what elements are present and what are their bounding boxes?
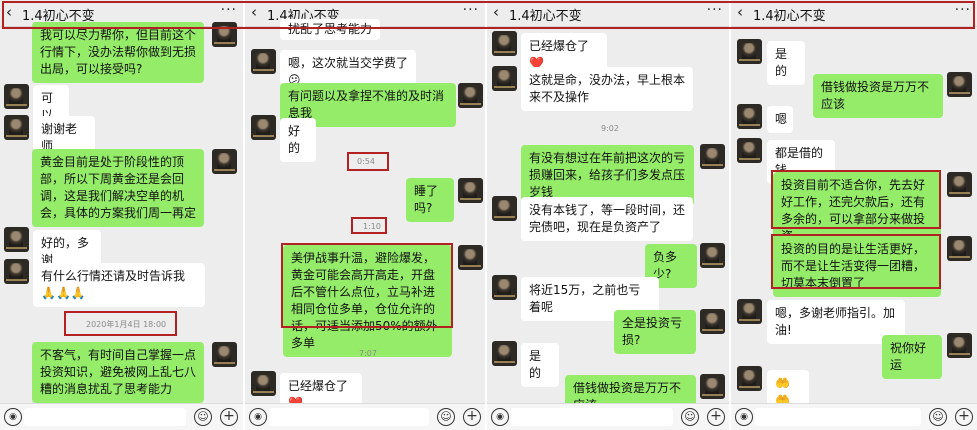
avatar-contact[interactable] <box>4 259 29 284</box>
highlight-box <box>347 152 389 171</box>
avatar-self[interactable] <box>212 342 237 367</box>
avatar-contact[interactable] <box>737 366 762 391</box>
avatar-contact[interactable] <box>737 299 762 324</box>
input-bar: ◉ ☺ + <box>0 403 243 430</box>
avatar-contact[interactable] <box>737 104 762 129</box>
message-input[interactable] <box>511 408 673 426</box>
message-incoming: 没有本钱了，等一段时间，还完债吧，现在是负资产了 <box>521 197 693 241</box>
avatar-self[interactable] <box>458 83 483 108</box>
plus-icon[interactable]: + <box>955 408 973 426</box>
emoji-icon[interactable]: ☺ <box>437 408 455 426</box>
voice-icon[interactable]: ◉ <box>4 408 22 426</box>
plus-icon[interactable]: + <box>707 408 725 426</box>
header-highlight-box <box>2 1 975 29</box>
emoji-icon[interactable]: ☺ <box>681 408 699 426</box>
message-incoming: 这就是命，没办法，早上根本来不及操作 <box>521 67 693 111</box>
message-outgoing: 黄金目前是处于阶段性的顶部，所以下周黄金还是会回调，这是我们解决空单的机会，具体… <box>32 149 204 227</box>
message-input[interactable] <box>24 408 186 426</box>
message-incoming: 好的 <box>280 118 316 162</box>
message-outgoing: 睡了吗? <box>406 178 454 222</box>
highlight-box <box>771 170 941 229</box>
avatar-self[interactable] <box>458 178 483 203</box>
message-incoming: 是的 <box>521 343 559 387</box>
message-input[interactable] <box>755 408 921 426</box>
avatar-contact[interactable] <box>251 371 276 396</box>
message-outgoing: 我可以尽力帮你，但目前这个行情下，没办法帮你做到无损出局，可以接受吗? <box>32 22 204 83</box>
highlight-box <box>771 234 941 289</box>
plus-icon[interactable]: + <box>463 408 481 426</box>
timestamp: 9:02 <box>601 124 619 133</box>
avatar-contact[interactable] <box>4 115 29 140</box>
emoji-icon[interactable]: ☺ <box>929 408 947 426</box>
avatar-contact[interactable] <box>492 196 517 221</box>
input-bar: ◉ ☺ + <box>245 403 485 430</box>
message-incoming: 有什么行情还请及时告诉我🙏🙏🙏 <box>33 263 205 307</box>
avatar-self[interactable] <box>700 243 725 268</box>
avatar-contact[interactable] <box>737 39 762 64</box>
voice-icon[interactable]: ◉ <box>735 408 753 426</box>
avatar-self[interactable] <box>458 245 483 270</box>
message-outgoing: 借钱做投资是万万不应该 <box>813 74 943 118</box>
voice-icon[interactable]: ◉ <box>491 408 509 426</box>
avatar-self[interactable] <box>947 236 972 261</box>
highlight-box <box>64 311 177 336</box>
highlight-box <box>281 243 453 328</box>
input-bar: ◉ ☺ + <box>731 403 977 430</box>
highlight-box <box>351 217 387 234</box>
timestamp: 7:07 <box>359 349 377 358</box>
emoji-icon[interactable]: ☺ <box>194 408 212 426</box>
message-incoming: 是的 <box>767 41 805 85</box>
avatar-self[interactable] <box>700 144 725 169</box>
voice-icon[interactable]: ◉ <box>249 408 267 426</box>
avatar-self[interactable] <box>947 72 972 97</box>
avatar-self[interactable] <box>700 374 725 399</box>
input-bar: ◉ ☺ + <box>487 403 729 430</box>
plus-icon[interactable]: + <box>220 408 238 426</box>
avatar-contact[interactable] <box>4 227 29 252</box>
message-outgoing: 全是投资亏损? <box>614 310 696 354</box>
message-input[interactable] <box>269 408 429 426</box>
avatar-self[interactable] <box>947 333 972 358</box>
avatar-contact[interactable] <box>737 138 762 163</box>
avatar-contact[interactable] <box>492 275 517 300</box>
chat-panel-2: ‹ 1.4初心不变 ··· 扰乱了思考能力 嗯，这次就当交学费了😕 有问题以及拿… <box>245 0 485 430</box>
avatar-self[interactable] <box>212 149 237 174</box>
avatar-contact[interactable] <box>251 115 276 140</box>
avatar-contact[interactable] <box>492 31 517 56</box>
message-incoming: 嗯 <box>767 106 793 133</box>
avatar-self[interactable] <box>947 172 972 197</box>
avatar-self[interactable] <box>700 309 725 334</box>
avatar-contact[interactable] <box>251 49 276 74</box>
avatar-contact[interactable] <box>492 66 517 91</box>
message-outgoing: 祝你好运 <box>882 335 942 379</box>
chat-panel-1: ‹ 1.4初心不变 ··· 我可以尽力帮你，但目前这个行情下，没办法帮你做到无损… <box>0 0 243 430</box>
avatar-contact[interactable] <box>4 84 29 109</box>
chat-panel-4: ‹ 1.4初心不变 ··· 是的 借钱做投资是万万不应该 嗯 都是借的钱 投资目… <box>731 0 977 430</box>
message-outgoing: 不客气，有时间自己掌握一点投资知识，避免被网上乱七八糟的消息扰乱了思考能力 <box>32 342 204 403</box>
chat-panel-3: ‹ 1.4初心不变 ··· 已经爆仓了❤️ 这就是命，没办法，早上根本来不及操作… <box>487 0 729 430</box>
avatar-contact[interactable] <box>492 341 517 366</box>
